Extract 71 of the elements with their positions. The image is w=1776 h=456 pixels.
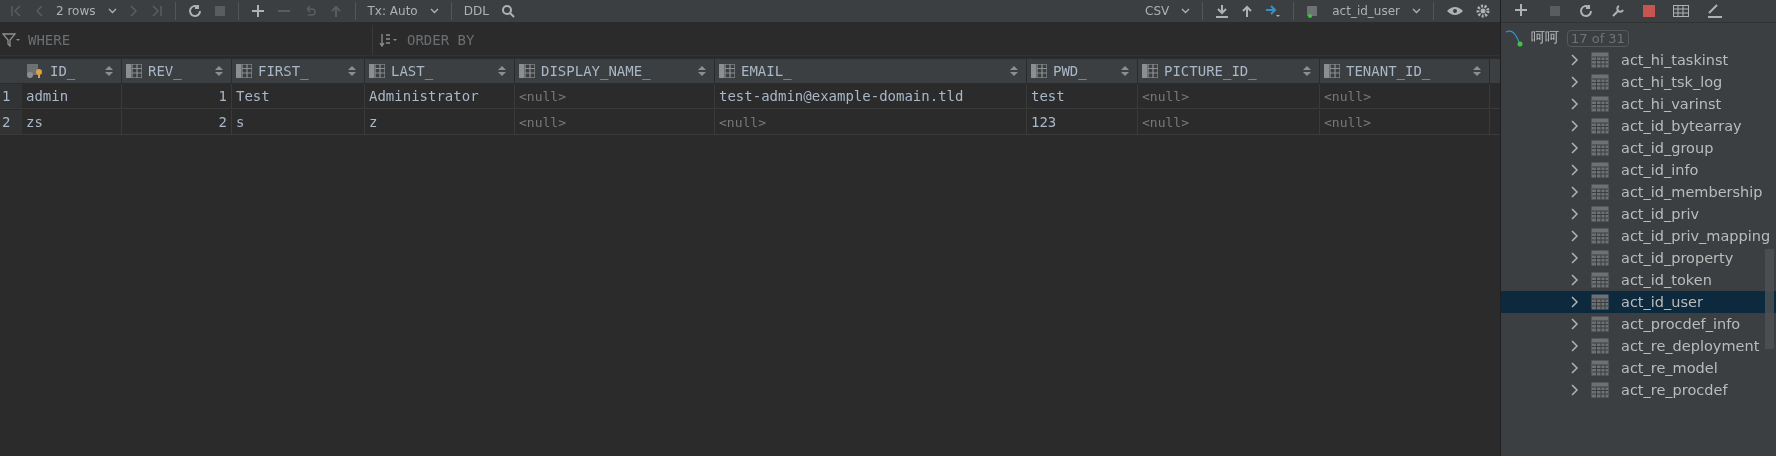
- column-icon: [126, 64, 142, 78]
- key-icon: [26, 63, 44, 79]
- upload-icon[interactable]: [1241, 4, 1254, 18]
- column-icon: [519, 64, 535, 78]
- table-tree-item[interactable]: act_hi_varinst: [1501, 93, 1776, 115]
- column-header[interactable]: TENANT_ID_: [1320, 59, 1490, 83]
- column-icon: [236, 64, 252, 78]
- column-icon: [1142, 64, 1158, 78]
- refresh-icon[interactable]: [187, 4, 202, 18]
- table-tree-item[interactable]: act_id_membership: [1501, 181, 1776, 203]
- table-tree-item[interactable]: act_re_model: [1501, 357, 1776, 379]
- column-icon: [1031, 64, 1047, 78]
- sort-arrows-icon[interactable]: [1473, 65, 1481, 77]
- wrench-icon[interactable]: [1611, 4, 1625, 18]
- column-header[interactable]: EMAIL_: [715, 59, 1027, 83]
- sort-arrows-icon[interactable]: [1303, 65, 1311, 77]
- column-icon: [719, 64, 735, 78]
- dropdown-caret-icon[interactable]: [107, 8, 117, 14]
- compare-arrow-icon[interactable]: [1265, 4, 1282, 18]
- column-header[interactable]: DISPLAY_NAME_: [515, 59, 715, 83]
- table-tree-item[interactable]: act_id_group: [1501, 137, 1776, 159]
- table-tree-item[interactable]: act_id_property: [1501, 247, 1776, 269]
- order-by-field[interactable]: ORDER BY: [405, 31, 709, 49]
- refresh-icon[interactable]: [1579, 4, 1593, 18]
- column-header[interactable]: PICTURE_ID_: [1138, 59, 1320, 83]
- table-tree-item[interactable]: act_id_bytearray: [1501, 115, 1776, 137]
- dropdown-caret-icon[interactable]: [1412, 8, 1421, 14]
- settings-icon[interactable]: [1476, 4, 1490, 18]
- table-name-dropdown[interactable]: act_id_user: [1332, 4, 1400, 18]
- edit-icon[interactable]: [1707, 4, 1723, 18]
- column-icon: [1324, 64, 1340, 78]
- sort-icon[interactable]: [379, 33, 399, 47]
- column-header[interactable]: REV_: [122, 59, 232, 83]
- dropdown-caret-icon[interactable]: [429, 8, 439, 14]
- table-tree-item[interactable]: act_id_priv_mapping: [1501, 225, 1776, 247]
- sort-arrows-icon[interactable]: [1121, 65, 1129, 77]
- table-tree-item[interactable]: act_id_info: [1501, 159, 1776, 181]
- table-tree-item[interactable]: act_id_user: [1501, 291, 1776, 313]
- where-field[interactable]: WHERE: [26, 31, 330, 49]
- transaction-mode-dropdown[interactable]: Tx: Auto: [367, 4, 418, 18]
- ddl-button[interactable]: DDL: [463, 4, 489, 18]
- sort-arrows-icon[interactable]: [1010, 65, 1018, 77]
- sort-arrows-icon[interactable]: [698, 65, 706, 77]
- scrollbar[interactable]: [1765, 249, 1774, 349]
- add-icon[interactable]: [250, 4, 265, 18]
- sort-arrows-icon[interactable]: [498, 65, 506, 77]
- column-header[interactable]: ID_: [22, 59, 122, 83]
- search-icon[interactable]: [500, 4, 515, 18]
- table-tree-item[interactable]: act_hi_taskinst: [1501, 49, 1776, 71]
- sort-arrows-icon[interactable]: [215, 65, 223, 77]
- table-tree-item[interactable]: act_hi_tsk_log: [1501, 71, 1776, 93]
- data-source-name: 呵呵: [1531, 29, 1559, 47]
- export-format-dropdown[interactable]: CSV: [1145, 4, 1170, 18]
- table-tree-item[interactable]: act_procdef_info: [1501, 313, 1776, 335]
- dropdown-caret-icon[interactable]: [1181, 8, 1191, 14]
- download-icon[interactable]: [1215, 4, 1230, 18]
- filter-icon[interactable]: [2, 33, 20, 47]
- eye-icon[interactable]: [1446, 4, 1464, 18]
- table-tree-item[interactable]: act_id_token: [1501, 269, 1776, 291]
- column-icon: [369, 64, 385, 78]
- sort-arrows-icon[interactable]: [105, 65, 113, 77]
- table-tree-item[interactable]: act_id_priv: [1501, 203, 1776, 225]
- column-header[interactable]: FIRST_: [232, 59, 365, 83]
- column-header[interactable]: LAST_: [365, 59, 515, 83]
- table-tree-item[interactable]: act_re_procdef: [1501, 379, 1776, 401]
- column-header[interactable]: PWD_: [1027, 59, 1138, 83]
- rows-dropdown[interactable]: 2 rows: [56, 4, 96, 18]
- row-number: 2: [0, 110, 22, 134]
- table-tree-item[interactable]: act_re_deployment: [1501, 335, 1776, 357]
- sort-arrows-icon[interactable]: [348, 65, 356, 77]
- row-number: 1: [0, 84, 22, 108]
